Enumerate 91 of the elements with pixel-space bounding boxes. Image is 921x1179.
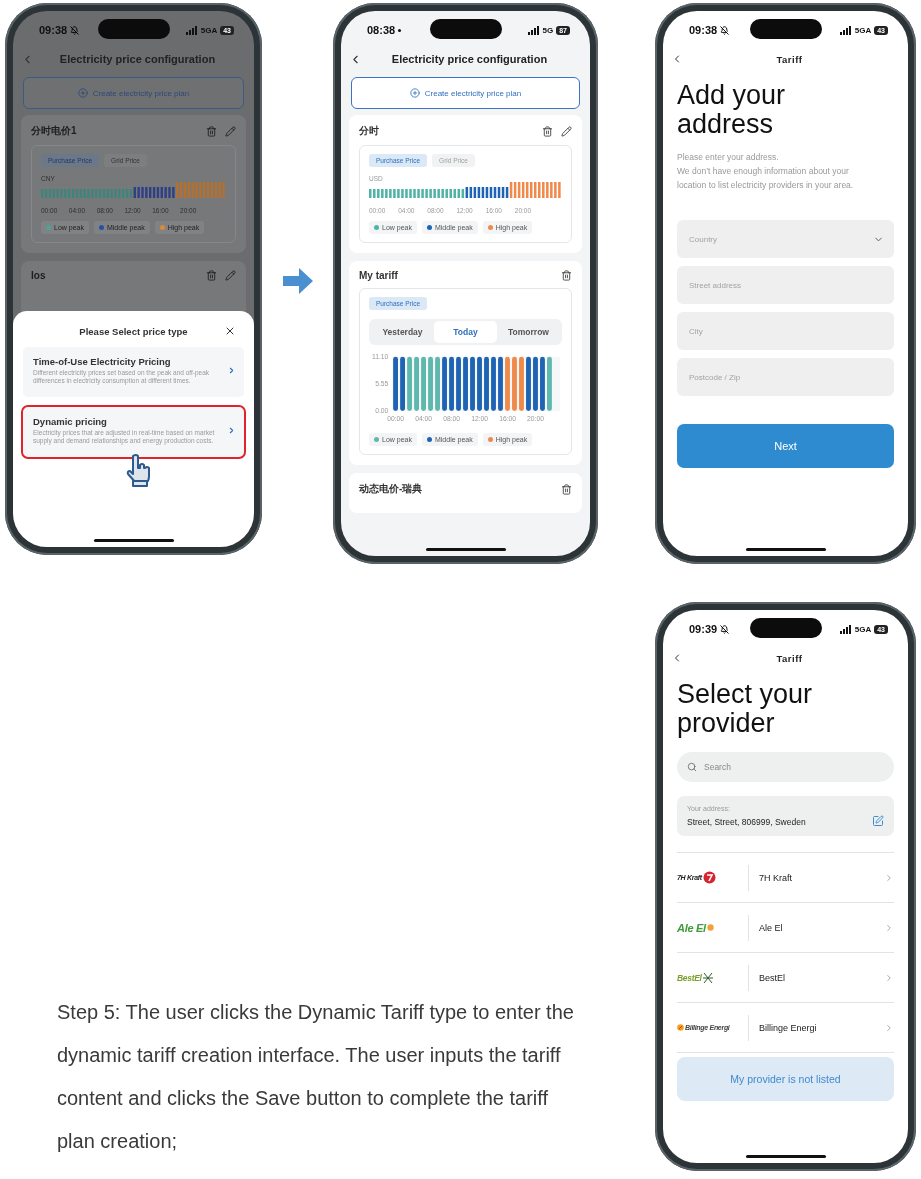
chart-bar bbox=[442, 356, 447, 411]
create-plan-button[interactable]: Create electricity price plan bbox=[351, 77, 580, 109]
provider-logo: Ale El bbox=[677, 921, 706, 934]
network-label: 5GA bbox=[854, 624, 872, 634]
network-label: 5G bbox=[542, 25, 554, 35]
screen-title: Electricity price configuration bbox=[58, 53, 217, 65]
signal-icon bbox=[185, 25, 198, 35]
page-heading: Select your provider bbox=[677, 680, 814, 739]
day-tab[interactable]: Yesterday bbox=[371, 321, 434, 343]
status-time: 08:38 bbox=[367, 24, 396, 36]
delete-icon[interactable] bbox=[561, 270, 572, 281]
chart-bar bbox=[428, 356, 433, 411]
chart-bar bbox=[407, 356, 412, 411]
chart-bar bbox=[498, 356, 503, 411]
day-tab[interactable]: Tomorrow bbox=[497, 321, 560, 343]
step-caption: Step 5: The user clicks the Dynamic Tariff type to enter the dynamic tariff creation interface. The user inputs the tariff content and clicks the Save button to complete the tariff plan creation; bbox=[57, 1000, 575, 1154]
chevron-icon bbox=[227, 426, 236, 436]
edit-icon[interactable] bbox=[225, 125, 236, 137]
edit-icon[interactable] bbox=[561, 125, 572, 137]
logo-emblem-icon bbox=[677, 1024, 684, 1032]
chart-bar bbox=[456, 356, 461, 411]
chart-bar bbox=[435, 356, 440, 411]
status-time: 09:38 bbox=[689, 24, 718, 36]
chart-bar bbox=[400, 356, 405, 411]
input-field[interactable]: Postcode / Zip bbox=[677, 358, 894, 397]
chart-bar bbox=[512, 356, 517, 411]
add-icon bbox=[409, 88, 420, 98]
delete-icon[interactable] bbox=[206, 125, 217, 137]
provider-not-listed-button[interactable]: My provider is not listed bbox=[677, 1057, 894, 1102]
chart-bar bbox=[463, 356, 468, 411]
chevron-icon bbox=[884, 922, 894, 933]
add-icon bbox=[77, 88, 88, 98]
chevron-icon bbox=[227, 366, 236, 376]
delete-icon[interactable] bbox=[206, 270, 217, 281]
network-label: 5GA bbox=[200, 25, 218, 35]
chart-bar bbox=[484, 356, 489, 411]
chart-bar bbox=[519, 356, 524, 411]
status-time: 09:38 bbox=[39, 24, 68, 36]
description-text: Please enter your address. bbox=[677, 151, 780, 165]
chart-bar bbox=[505, 356, 510, 411]
address-value: Street, Street, 806999, Sweden bbox=[687, 817, 806, 828]
plan-name: 动态电价-瑞典 bbox=[359, 482, 423, 497]
logo-emblem-icon bbox=[706, 924, 714, 932]
provider-logo: BestEl bbox=[677, 972, 702, 983]
chart-bar bbox=[526, 356, 531, 411]
delete-icon[interactable] bbox=[561, 483, 572, 495]
chart-bar bbox=[533, 356, 538, 411]
chart-bar bbox=[421, 356, 426, 411]
plan-name: 分时电价1 bbox=[31, 124, 77, 138]
screen-title: Tariff bbox=[775, 53, 804, 65]
chart-bar bbox=[477, 356, 482, 411]
edit-icon[interactable] bbox=[872, 815, 884, 828]
screen-title: Tariff bbox=[775, 652, 804, 664]
chevron-icon bbox=[884, 872, 894, 883]
chart-bar bbox=[393, 356, 398, 411]
chart-bar bbox=[449, 356, 454, 411]
right-arrow-icon bbox=[282, 267, 313, 294]
network-label: 5GA bbox=[854, 25, 872, 35]
chevron-icon bbox=[884, 972, 894, 983]
logo-emblem-icon bbox=[702, 971, 713, 984]
chart-bar bbox=[470, 356, 475, 411]
chart-bar bbox=[547, 356, 552, 411]
signal-icon bbox=[839, 624, 852, 634]
search-field[interactable]: Search bbox=[677, 752, 894, 783]
plan-name: My tariff bbox=[359, 270, 398, 281]
plan-name: 分时 bbox=[359, 124, 379, 138]
input-field[interactable]: City bbox=[677, 312, 894, 351]
search-icon bbox=[687, 762, 697, 773]
description-text: We don’t have enough information about your location to list electricity providers in your area. bbox=[677, 164, 855, 192]
provider-row[interactable]: BestEl BestEl bbox=[677, 953, 894, 1004]
signal-icon bbox=[527, 25, 540, 35]
provider-row[interactable]: Ale El Ale El bbox=[677, 903, 894, 954]
option-title: Time-of-Use Electricity Pricing bbox=[33, 356, 172, 367]
day-tab[interactable]: Today bbox=[434, 321, 497, 343]
status-time: 09:39 bbox=[689, 623, 718, 635]
plan-name: Ios bbox=[31, 270, 46, 281]
signal-icon bbox=[839, 25, 852, 35]
sheet-title: Please Select price type bbox=[78, 325, 189, 337]
edit-icon[interactable] bbox=[225, 270, 236, 281]
next-button[interactable]: Next bbox=[677, 424, 894, 469]
page-heading: Add your address bbox=[677, 81, 787, 140]
chevron-icon bbox=[884, 1022, 894, 1033]
chart-bar bbox=[414, 356, 419, 411]
close-icon[interactable] bbox=[224, 325, 236, 337]
option-title: Dynamic pricing bbox=[33, 415, 108, 427]
input-field[interactable]: Street address bbox=[677, 266, 894, 305]
logo-emblem-icon bbox=[702, 871, 716, 885]
delete-icon[interactable] bbox=[542, 125, 553, 137]
chart-bar bbox=[540, 356, 545, 411]
chart-bar bbox=[491, 356, 496, 411]
screen-title: Electricity price configuration bbox=[390, 53, 549, 65]
